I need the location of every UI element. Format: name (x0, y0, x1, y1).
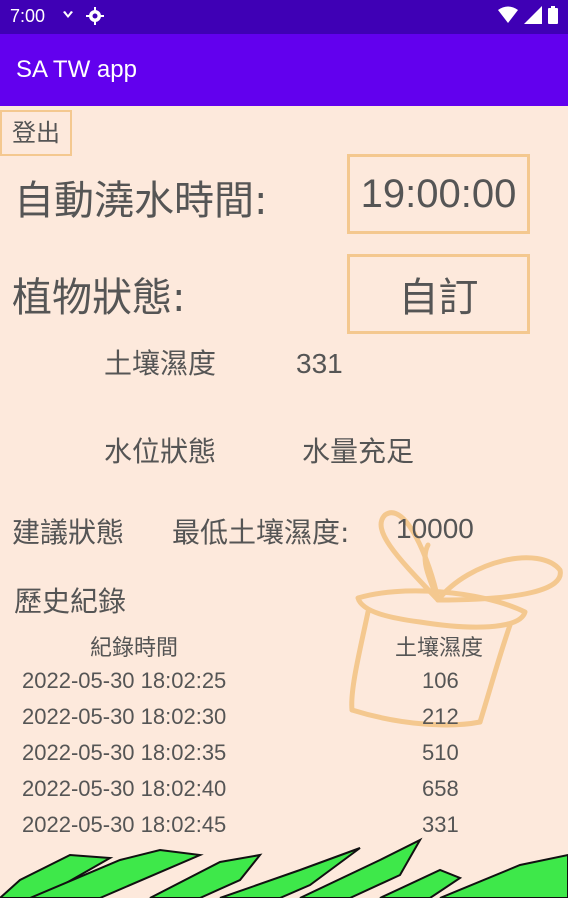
status-right-icons (498, 6, 558, 24)
app-bar: SA TW app (0, 34, 568, 106)
history-moisture-cell: 331 (422, 812, 459, 837)
watering-time-value: 19:00:00 (360, 171, 517, 216)
history-time-cell: 2022-05-30 18:02:30 (22, 704, 227, 729)
grass-illustration (0, 837, 568, 898)
soil-moisture-value: 331 (296, 348, 343, 379)
history-moisture-cell: 106 (422, 668, 459, 693)
water-level-label: 水位狀態 (104, 435, 217, 468)
history-column-time: 紀錄時間 (90, 636, 179, 661)
soil-moisture-label: 土壤濕度 (104, 347, 217, 380)
watering-time-label: 自動澆水時間: (14, 178, 268, 224)
suggestion-value: 10000 (396, 513, 474, 544)
history-column-moisture: 土壤濕度 (395, 636, 484, 661)
cell-signal-icon (524, 6, 542, 24)
history-moisture-cell: 212 (422, 704, 459, 729)
status-time: 7:00 (10, 6, 46, 26)
history-time-cell: 2022-05-30 18:02:25 (22, 668, 227, 693)
plant-status-label: 植物狀態: (12, 275, 186, 321)
wifi-icon (498, 6, 518, 23)
battery-icon (548, 6, 558, 24)
settings-gear-icon (86, 7, 104, 25)
history-time-cell: 2022-05-30 18:02:35 (22, 740, 227, 765)
history-time-cell: 2022-05-30 18:02:45 (22, 812, 227, 837)
history-moisture-cell: 510 (422, 740, 459, 765)
status-bar: 7:00 (0, 0, 568, 34)
watering-time-button[interactable]: 19:00:00 (347, 154, 530, 234)
plant-mode-value: 自訂 (398, 275, 479, 321)
app-title: SA TW app (16, 56, 137, 83)
history-time-cell: 2022-05-30 18:02:40 (22, 776, 227, 801)
history-moisture-cell: 658 (422, 776, 459, 801)
logout-button[interactable]: 登出 (0, 110, 72, 156)
status-left-icons (60, 7, 104, 25)
android-debug-icon (63, 11, 73, 18)
suggestion-label: 建議狀態 (12, 516, 125, 549)
history-title: 歷史紀錄 (14, 585, 127, 618)
plant-mode-button[interactable]: 自訂 (347, 254, 530, 334)
suggestion-text: 最低土壤濕度: (172, 516, 350, 549)
water-level-value: 水量充足 (302, 435, 415, 468)
